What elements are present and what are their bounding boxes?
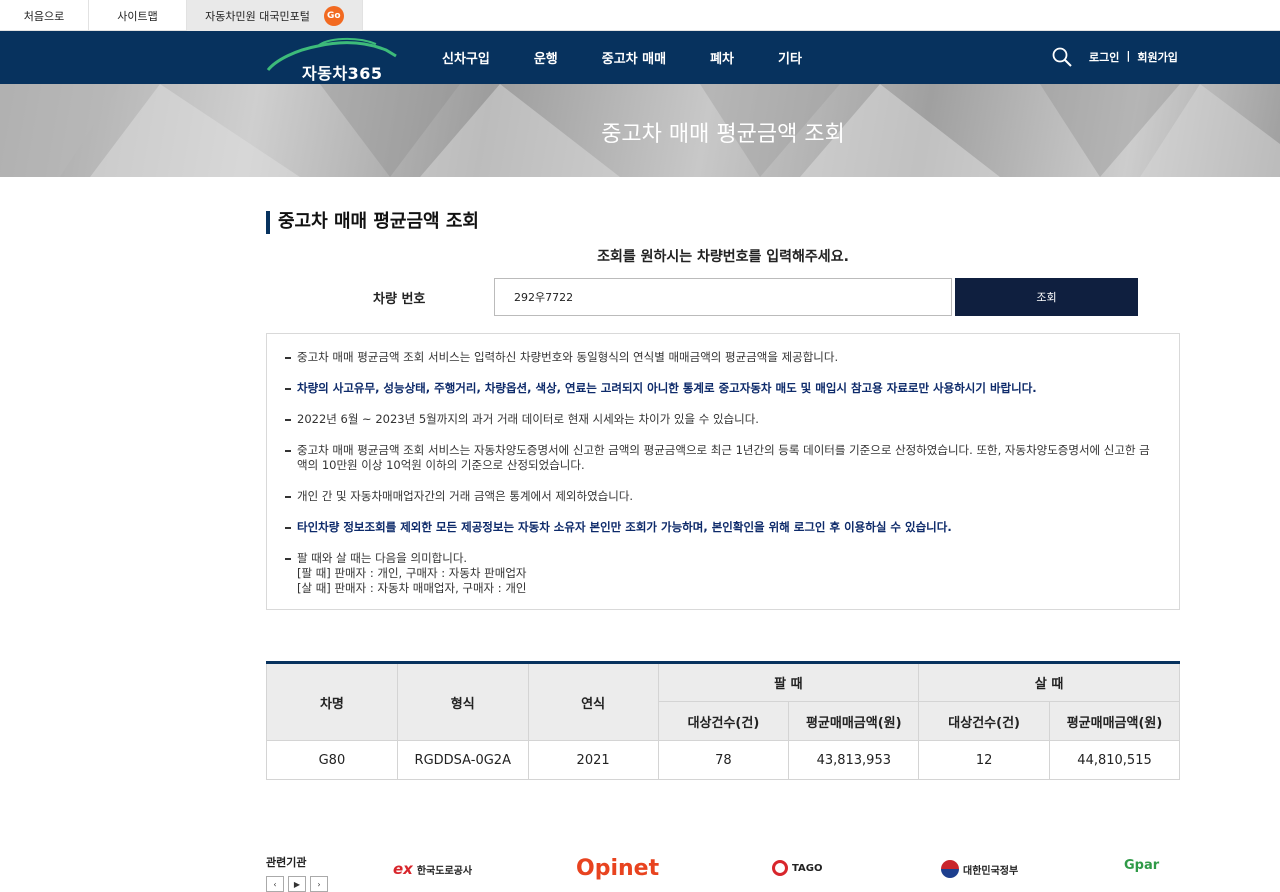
header-buy-avg: 평균매매금액(원) [1049,701,1180,741]
related-orgs-label: 관련기관 [266,856,307,869]
header-buy: 살 때 [918,662,1180,702]
cell-buy-avg: 44,810,515 [1049,740,1180,780]
sitemap-link[interactable]: 사이트맵 [89,0,187,31]
utility-bar: 처음으로 사이트맵 자동차민원 대국민포털 Go [0,0,1280,31]
ex-logo-text: 한국도로공사 [416,865,473,877]
logo-tago[interactable]: TAGO [772,860,823,876]
notice-item: 중고차 매매 평균금액 조회 서비스는 자동차양도증명서에 신고한 금액의 평균… [285,443,1159,473]
cell-buy-count: 12 [918,740,1051,780]
nav-used-car[interactable]: 중고차 매매 [602,48,666,67]
gov-logo-text: 대한민국정부 [963,865,1019,877]
go-badge[interactable]: Go [323,5,344,26]
header-name: 차명 [266,662,398,741]
notice-item: 2022년 6월 ~ 2023년 5월까지의 과거 거래 데이터로 현재 시세와… [285,412,1159,427]
search-icon[interactable] [1052,47,1072,67]
page-banner: 중고차 매매 평균금액 조회 [0,84,1280,177]
nav-new-car[interactable]: 신차구입 [442,48,490,67]
nav-scrap[interactable]: 폐차 [710,48,734,67]
header-sell: 팔 때 [657,662,920,702]
search-guide: 조회를 원하시는 차량번호를 입력해주세요. [597,249,849,265]
car-number-label: 차량 번호 [373,292,426,307]
cell-sell-count: 78 [657,740,790,780]
notice-item: 개인 간 및 자동차매매업자간의 거래 금액은 통계에서 제외하였습니다. [285,489,1159,504]
page-title: 중고차 매매 평균금액 조회 [266,208,1180,236]
portal-link[interactable]: 자동차민원 대국민포털 Go [187,0,363,31]
main-content: 중고차 매매 평균금액 조회 조회를 원하시는 차량번호를 입력해주세요. 차량… [266,208,1180,610]
definition-intro: 팔 때와 살 때는 다음을 의미합니다. [297,551,468,565]
taegeuk-icon [941,860,959,878]
nav-etc[interactable]: 기타 [778,48,802,67]
definition-buy: [살 때] 판매자 : 자동차 매매업자, 구매자 : 개인 [297,581,527,595]
logo-korea-expressway[interactable]: ex 한국도로공사 [393,860,472,878]
carousel-controls: ‹ ▶ › [266,876,328,892]
related-orgs: 관련기관 ‹ ▶ › ex 한국도로공사 Opinet TAGO 대한민국정부 … [266,852,1180,892]
table-header-row: 차명 형식 연식 팔 때 살 때 [266,662,1180,741]
notice-box: 중고차 매매 평균금액 조회 서비스는 입력하신 차량번호와 동일형식의 연식별… [266,333,1180,610]
logo-opinet[interactable]: Opinet [576,856,659,881]
notice-item-emphasis: 차량의 사고유무, 성능상태, 주행거리, 차량옵션, 색상, 연료는 고려되지… [285,381,1159,396]
header-model: 형식 [396,662,529,741]
auth-separator: | [1126,49,1131,62]
logo-gpar[interactable]: Gpar [1124,858,1159,873]
signup-link[interactable]: 회원가입 [1137,49,1177,65]
opinet-logo-text: Opinet [576,856,660,881]
banner-title: 중고차 매매 평균금액 조회 [601,122,845,147]
header-sell-count: 대상건수(건) [657,701,790,741]
logo-text: 자동차365 [302,64,383,83]
notice-item-definition: 팔 때와 살 때는 다음을 의미합니다. [팔 때] 판매자 : 개인, 구매자… [285,551,1159,596]
login-link[interactable]: 로그인 [1089,49,1119,65]
cell-name: G80 [266,740,398,780]
header-sell-avg: 평균매매금액(원) [788,701,920,741]
definition-sell: [팔 때] 판매자 : 개인, 구매자 : 자동차 판매업자 [297,566,527,580]
cell-sell-avg: 43,813,953 [788,740,920,780]
auth-links: 로그인 | 회원가입 [1089,49,1178,65]
tago-logo-text: TAGO [792,862,823,874]
header-buy-count: 대상건수(건) [918,701,1051,741]
home-link[interactable]: 처음으로 [0,0,89,31]
nav-driving[interactable]: 운행 [534,48,558,67]
notice-item: 중고차 매매 평균금액 조회 서비스는 입력하신 차량번호와 동일형식의 연식별… [285,350,1159,365]
main-nav: 신차구입 운행 중고차 매매 폐차 기타 [420,31,824,84]
gpar-logo-text: Gpar [1124,858,1160,873]
prev-button[interactable]: ‹ [266,876,284,892]
cell-year: 2021 [527,740,659,780]
logo[interactable]: 자동차365 [266,36,400,83]
table-row: G80 RGDDSA-0G2A 2021 78 43,813,953 12 44… [266,740,1180,780]
cell-model: RGDDSA-0G2A [396,740,529,780]
car-number-input[interactable] [494,278,952,316]
portal-link-label: 자동차민원 대국민포털 [205,9,310,23]
search-form: 차량 번호 조회 [266,278,1180,318]
header: 자동차365 신차구입 운행 중고차 매매 폐차 기타 로그인 | 회원가입 [0,31,1280,84]
logo-korea-gov[interactable]: 대한민국정부 [941,860,1018,878]
header-year: 연식 [527,662,659,741]
result-table: 차명 형식 연식 팔 때 살 때 대상건수(건) 평균매매금액(원) 대상건수(… [266,661,1180,780]
query-button[interactable]: 조회 [955,278,1138,316]
next-button[interactable]: › [310,876,328,892]
play-button[interactable]: ▶ [288,876,306,892]
ex-logo-mark: ex [393,860,413,878]
tago-circle-icon [772,860,788,876]
notice-item-emphasis: 타인차량 정보조회를 제외한 모든 제공정보는 자동차 소유자 본인만 조회가 … [285,520,1159,535]
